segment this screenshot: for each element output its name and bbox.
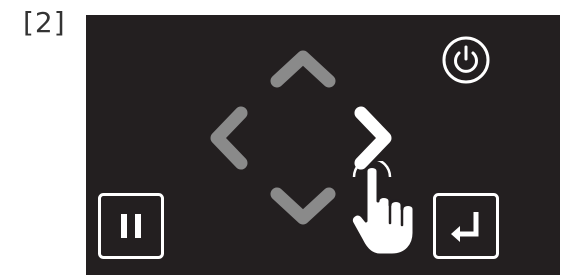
hand-pointer-icon	[349, 161, 416, 257]
power-button[interactable]	[440, 34, 492, 86]
power-icon	[442, 36, 490, 84]
enter-return-icon	[433, 193, 499, 259]
chevron-down-icon	[270, 187, 336, 225]
down-arrow-button[interactable]	[270, 186, 336, 226]
step-label: [2]	[23, 6, 66, 39]
chevron-left-icon	[210, 106, 248, 170]
pause-button[interactable]	[97, 192, 165, 260]
pause-icon	[98, 193, 164, 259]
hand-pointer	[344, 161, 436, 261]
enter-button[interactable]	[432, 192, 500, 260]
left-arrow-button[interactable]	[206, 105, 250, 171]
chevron-up-icon	[270, 50, 336, 88]
up-arrow-button[interactable]	[270, 48, 336, 88]
